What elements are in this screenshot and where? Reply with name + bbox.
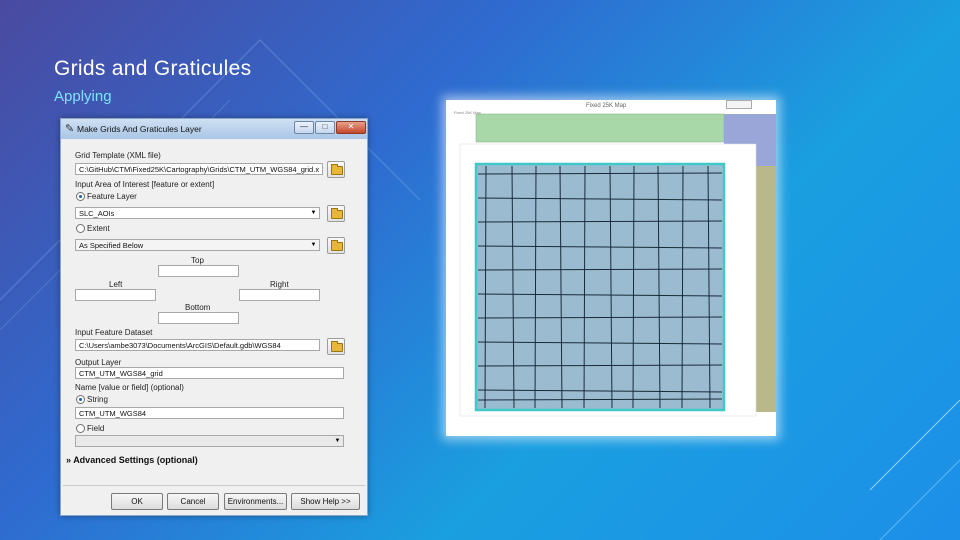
left-label: Left xyxy=(109,280,123,289)
folder-icon xyxy=(331,208,343,219)
string-input[interactable]: CTM_UTM_WGS84 xyxy=(75,407,344,419)
input-dataset-browse-button[interactable] xyxy=(327,338,345,355)
bottom-input[interactable] xyxy=(158,312,239,324)
map-small-label: Fixed 25K Map xyxy=(454,110,481,115)
folder-icon xyxy=(331,341,343,352)
grid-template-input[interactable]: C:\GitHub\CTM\Fixed25K\Cartography\Grids… xyxy=(75,163,323,175)
advanced-settings-toggle[interactable]: » Advanced Settings (optional) xyxy=(66,455,198,465)
chevron-down-icon[interactable]: ▼ xyxy=(333,437,342,445)
output-layer-label: Output Layer xyxy=(75,358,122,367)
cancel-button[interactable]: Cancel xyxy=(167,493,219,510)
grid-template-browse-button[interactable] xyxy=(327,161,345,178)
area-of-interest-label: Input Area of Interest [feature or exten… xyxy=(75,180,215,189)
dialog-titlebar[interactable]: ✎ Make Grids And Graticules Layer — □ ✕ xyxy=(61,119,367,139)
slide-subtitle: Applying xyxy=(54,88,112,105)
left-input[interactable] xyxy=(75,289,156,301)
name-label: Name [value or field] (optional) xyxy=(75,383,184,392)
dialog-title: Make Grids And Graticules Layer xyxy=(77,124,202,134)
slide-title: Grids and Graticules xyxy=(54,57,252,80)
extent-browse-button[interactable] xyxy=(327,237,345,254)
feature-layer-select[interactable]: SLC_AOIs ▼ xyxy=(75,207,320,219)
tool-icon: ✎ xyxy=(65,123,75,135)
extent-option-label: Extent xyxy=(87,224,110,233)
top-input[interactable] xyxy=(158,265,239,277)
folder-icon xyxy=(331,164,343,175)
extent-radio[interactable] xyxy=(76,224,85,233)
bottom-label: Bottom xyxy=(185,303,211,312)
input-dataset-input[interactable]: C:\Users\ambe3073\Documents\ArcGIS\Defau… xyxy=(75,339,320,351)
extent-select-value: As Specified Below xyxy=(79,241,144,250)
map-side-strip xyxy=(756,166,776,412)
button-separator xyxy=(63,485,365,486)
show-help-button[interactable]: Show Help >> xyxy=(291,493,360,510)
double-chevron-down-icon: » xyxy=(66,455,72,465)
extent-select[interactable]: As Specified Below ▼ xyxy=(75,239,320,251)
string-radio[interactable] xyxy=(76,395,85,404)
input-dataset-label: Input Feature Dataset xyxy=(75,328,153,337)
output-layer-input[interactable]: CTM_UTM_WGS84_grid xyxy=(75,367,344,379)
maximize-button[interactable]: □ xyxy=(315,121,335,134)
field-select[interactable]: ▼ xyxy=(75,435,344,447)
string-option-label: String xyxy=(87,395,108,404)
close-button[interactable]: ✕ xyxy=(336,121,366,134)
top-label: Top xyxy=(191,256,204,265)
environments-button[interactable]: Environments... xyxy=(224,493,287,510)
ok-button[interactable]: OK xyxy=(111,493,163,510)
feature-layer-browse-button[interactable] xyxy=(327,205,345,222)
advanced-settings-label: Advanced Settings (optional) xyxy=(73,455,198,465)
chevron-down-icon[interactable]: ▼ xyxy=(309,241,318,249)
right-label: Right xyxy=(270,280,289,289)
map-top-band xyxy=(475,113,725,143)
chevron-down-icon[interactable]: ▼ xyxy=(309,209,318,217)
map-canvas xyxy=(459,113,776,417)
right-input[interactable] xyxy=(239,289,320,301)
folder-icon xyxy=(331,240,343,251)
field-option-label: Field xyxy=(87,424,105,433)
map-zoom-control[interactable] xyxy=(726,100,752,109)
grid-template-label: Grid Template (XML file) xyxy=(75,151,161,160)
feature-layer-radio[interactable] xyxy=(76,192,85,201)
map-title: Fixed 25K Map xyxy=(586,103,627,109)
make-grids-dialog: ✎ Make Grids And Graticules Layer — □ ✕ … xyxy=(60,118,368,516)
map-layout-preview: Fixed 25K Map Fixed 25K Map xyxy=(446,100,776,436)
field-radio[interactable] xyxy=(76,424,85,433)
minimize-button[interactable]: — xyxy=(294,121,314,134)
feature-layer-select-value: SLC_AOIs xyxy=(79,209,115,218)
feature-layer-option-label: Feature Layer xyxy=(87,192,137,201)
